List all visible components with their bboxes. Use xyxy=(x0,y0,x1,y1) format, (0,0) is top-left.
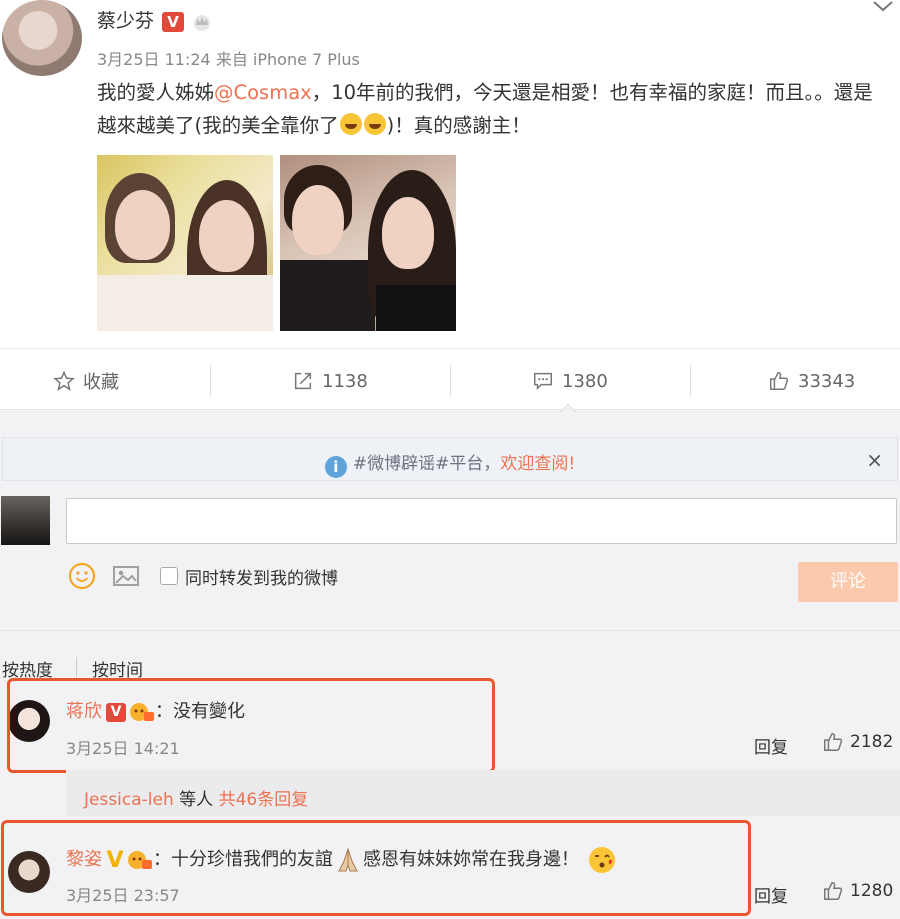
mention-link[interactable]: @Cosmax xyxy=(214,81,312,104)
comment-button[interactable]: 1380 xyxy=(532,364,608,398)
notice-content: i #微博辟谣#平台，欢迎查阅! xyxy=(3,449,897,478)
highlight-box xyxy=(7,678,495,773)
post-date[interactable]: 3月25日 11:24 xyxy=(97,50,211,69)
my-avatar[interactable] xyxy=(1,496,50,545)
weibo-post: 蔡少芬 V 3月25日 11:24 来自 iPhone 7 Plus 我的愛人姊姊… xyxy=(0,0,900,348)
notice-link[interactable]: 欢迎查阅! xyxy=(500,454,575,474)
post-photo-2[interactable] xyxy=(280,155,456,331)
post-action-bar: 收藏 1138 1380 33343 xyxy=(0,348,900,410)
author-name[interactable]: 蔡少芬 xyxy=(97,10,154,32)
repost-button[interactable]: 1138 xyxy=(292,364,368,398)
author-line: 蔡少芬 V xyxy=(97,6,214,33)
post-text-part1: 我的愛人姊姊 xyxy=(97,81,215,104)
author-avatar[interactable] xyxy=(2,0,82,76)
crown-icon xyxy=(194,14,211,31)
notice-text: #微博辟谣#平台， xyxy=(352,454,501,474)
thumbs-up-icon xyxy=(770,372,789,390)
highlight-box xyxy=(1,820,751,916)
post-source: 来自 iPhone 7 Plus xyxy=(215,50,360,69)
info-icon: i xyxy=(324,456,347,478)
verified-badge: V xyxy=(162,11,185,32)
reply-button[interactable]: 回复 xyxy=(754,733,788,758)
post-photo-1[interactable] xyxy=(97,155,273,331)
thumbs-up-icon xyxy=(824,733,843,751)
favorite-label: 收藏 xyxy=(83,372,119,393)
post-text-part3: )！真的感謝主！ xyxy=(386,114,531,137)
laughing-emoji-icon xyxy=(363,113,386,135)
repost-checkbox-label: 同时转发到我的微博 xyxy=(185,569,338,589)
comment-count: 1380 xyxy=(562,370,608,392)
star-icon xyxy=(53,370,75,391)
comment-like-button[interactable]: 2182 xyxy=(822,731,893,753)
comment-input[interactable] xyxy=(66,498,897,544)
replies-summary[interactable]: Jessica-leh 等人 共46条回复 xyxy=(66,770,900,816)
favorite-button[interactable]: 收藏 xyxy=(53,364,119,398)
share-icon xyxy=(294,372,312,390)
post-meta: 3月25日 11:24 来自 iPhone 7 Plus xyxy=(97,46,360,70)
like-button[interactable]: 33343 xyxy=(768,364,855,398)
reply-button[interactable]: 回复 xyxy=(754,882,788,907)
image-icon[interactable] xyxy=(112,562,140,590)
divider xyxy=(450,365,451,397)
chevron-down-icon[interactable] xyxy=(872,0,894,12)
replies-count[interactable]: 共46条回复 xyxy=(219,790,309,810)
replies-text: Jessica-leh 等人 共46条回复 xyxy=(84,785,308,810)
comment-like-button[interactable]: 1280 xyxy=(822,880,893,902)
emoji-smile-icon[interactable] xyxy=(68,562,96,590)
replies-suffix: 等人 xyxy=(173,790,219,810)
laughing-emoji-icon xyxy=(339,113,362,135)
replies-user[interactable]: Jessica-leh xyxy=(84,790,174,810)
post-text: 我的愛人姊姊@Cosmax，10年前的我們，今天還是相愛！也有幸福的家庭！而且。… xyxy=(97,76,892,142)
divider xyxy=(690,365,691,397)
repost-count: 1138 xyxy=(322,370,368,392)
close-icon[interactable]: × xyxy=(866,448,883,472)
repost-checkbox[interactable] xyxy=(160,567,178,585)
sort-bar: 按热度 按时间 xyxy=(0,630,900,681)
comment-like-count: 2182 xyxy=(850,732,894,752)
comment-like-count: 1280 xyxy=(850,881,894,901)
thumbs-up-icon xyxy=(824,882,843,900)
submit-comment-button[interactable]: 评论 xyxy=(798,562,898,602)
divider xyxy=(210,365,211,397)
comment-icon xyxy=(534,372,552,391)
notice-banner: i #微博辟谣#平台，欢迎查阅! × xyxy=(2,437,898,481)
caret-icon xyxy=(560,403,576,412)
like-count: 33343 xyxy=(798,370,856,392)
divider xyxy=(76,657,77,677)
